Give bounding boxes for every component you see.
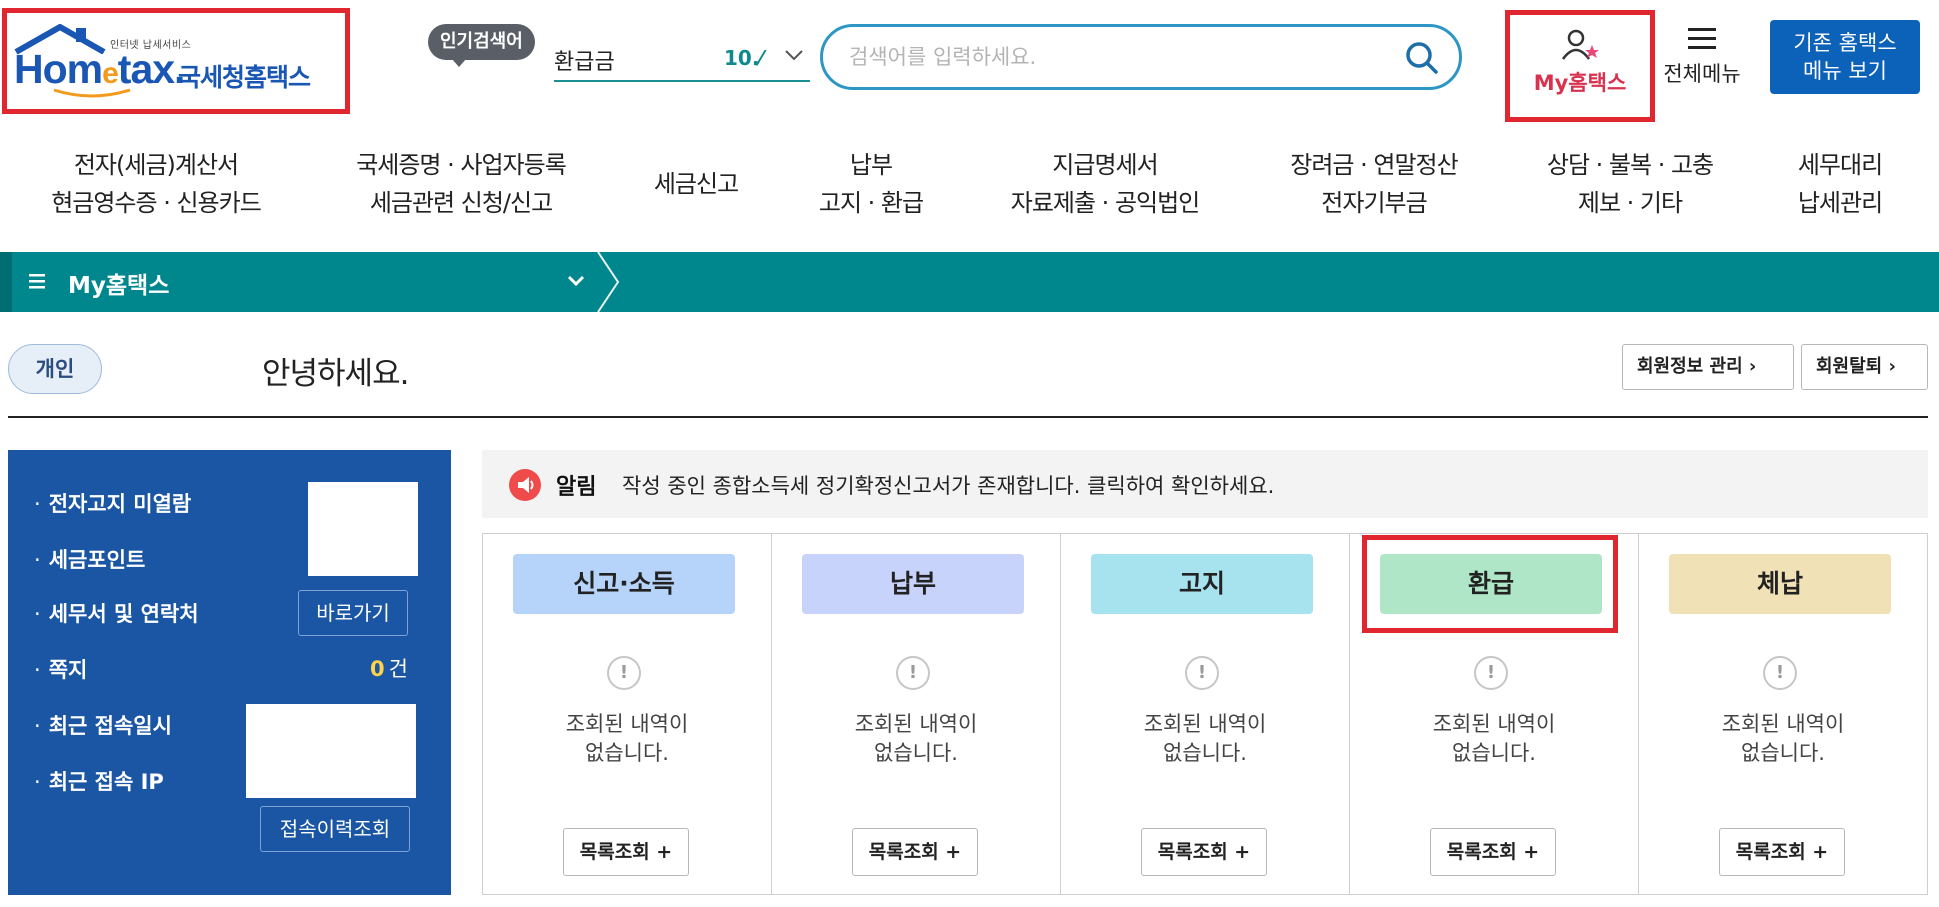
empty-message: 조회된 내역이 없습니다. bbox=[1721, 712, 1845, 765]
logo-highlight-box bbox=[2, 8, 350, 114]
status-col-payment: 납부 ! 조회된 내역이 없습니다. 목록조회 + bbox=[772, 534, 1061, 894]
notes-label: 쪽지 bbox=[34, 654, 88, 684]
notice-text: 작성 중인 종합소득세 정기확정신고서가 존재합니다. 클릭하여 확인하세요. bbox=[622, 474, 1275, 498]
bar-notch bbox=[0, 252, 12, 312]
chevron-down-icon bbox=[785, 50, 803, 61]
hamburger-icon bbox=[1688, 28, 1716, 49]
search-box bbox=[820, 24, 1462, 90]
list-view-button[interactable]: 목록조회 + bbox=[563, 828, 689, 876]
popular-search-select[interactable]: 환급금 10.⁄ bbox=[554, 36, 810, 82]
gnb-line1: 납부 bbox=[849, 151, 893, 179]
empty-message: 조회된 내역이 없습니다. bbox=[565, 712, 689, 765]
status-col-header[interactable]: 체납 bbox=[1669, 554, 1891, 614]
status-col-report: 신고·소득 ! 조회된 내역이 없습니다. 목록조회 + bbox=[483, 534, 772, 894]
empty-message: 조회된 내역이 없습니다. bbox=[1432, 712, 1556, 765]
section-divider bbox=[8, 416, 1928, 418]
redacted-access-block bbox=[246, 704, 416, 798]
gnb-line2: 고지 · 환급 bbox=[818, 189, 924, 217]
empty-message: 조회된 내역이 없습니다. bbox=[1143, 712, 1267, 765]
notes-count: 0 bbox=[370, 657, 385, 681]
my-hometax-button[interactable]: My홈택스 bbox=[1505, 10, 1655, 122]
gnb-line2: 자료제출 · 공익법인 bbox=[1010, 189, 1201, 217]
withdraw-button[interactable]: 회원탈퇴 › bbox=[1801, 344, 1928, 390]
greeting-text: 안녕하세요. bbox=[262, 356, 409, 392]
unread-notice-label: 전자고지 미열람 bbox=[34, 488, 192, 518]
gnb-line2: 납세관리 bbox=[1797, 189, 1883, 217]
status-col-header[interactable]: 신고·소득 bbox=[513, 554, 735, 614]
all-menu-button[interactable]: 전체메뉴 bbox=[1656, 24, 1748, 94]
status-col-header[interactable]: 고지 bbox=[1091, 554, 1313, 614]
legacy-menu-line1: 기존 홈택스 bbox=[1793, 31, 1897, 55]
my-hometax-label: My홈택스 bbox=[1533, 71, 1627, 95]
megaphone-icon bbox=[509, 469, 541, 501]
popular-search-badge: 인기검색어 bbox=[428, 24, 535, 67]
popular-search-rank: 10.⁄ bbox=[724, 46, 763, 70]
gnb-line2: 전자기부금 bbox=[1321, 189, 1427, 217]
gnb-line1: 세무대리 bbox=[1797, 151, 1883, 179]
gnb-line1: 장려금 · 연말정산 bbox=[1290, 151, 1458, 179]
search-icon[interactable] bbox=[1403, 39, 1441, 77]
all-menu-label: 전체메뉴 bbox=[1663, 62, 1741, 86]
gnb-line1: 지급명세서 bbox=[1052, 151, 1158, 179]
access-history-button[interactable]: 접속이력조회 bbox=[260, 806, 410, 852]
breadcrumb-arrow-icon bbox=[597, 252, 620, 312]
list-view-button[interactable]: 목록조회 + bbox=[1141, 828, 1267, 876]
refund-highlight-box bbox=[1362, 535, 1618, 633]
gnb-payment[interactable]: 납부 고지 · 환급 bbox=[800, 146, 942, 222]
notes-count-wrap: 0건 bbox=[370, 653, 408, 683]
gnb-tax-agent[interactable]: 세무대리 납세관리 bbox=[1770, 146, 1910, 222]
search-input[interactable] bbox=[849, 41, 1389, 73]
status-col-notice: 고지 ! 조회된 내역이 없습니다. 목록조회 + bbox=[1061, 534, 1350, 894]
list-view-button[interactable]: 목록조회 + bbox=[852, 828, 978, 876]
status-col-arrears: 체납 ! 조회된 내역이 없습니다. 목록조회 + bbox=[1639, 534, 1927, 894]
notice-tag: 알림 bbox=[556, 475, 597, 500]
gnb-line1: 국세증명 · 사업자등록 bbox=[356, 151, 567, 179]
list-view-button[interactable]: 목록조회 + bbox=[1430, 828, 1556, 876]
alert-icon: ! bbox=[896, 656, 930, 690]
legacy-menu-button[interactable]: 기존 홈택스 메뉴 보기 bbox=[1770, 20, 1920, 94]
list-view-button[interactable]: 목록조회 + bbox=[1719, 828, 1845, 876]
bar-title: My홈택스 bbox=[68, 273, 170, 299]
gnb-consult[interactable]: 상담 · 불복 · 고충 제보 · 기타 bbox=[1520, 146, 1740, 222]
gnb-line2: 현금영수증 · 신용카드 bbox=[51, 189, 262, 217]
gnb-incentive[interactable]: 장려금 · 연말정산 전자기부금 bbox=[1264, 146, 1484, 222]
tax-points-label: 세금포인트 bbox=[34, 544, 146, 574]
empty-message: 조회된 내역이 없습니다. bbox=[854, 712, 978, 765]
my-hometax-bar: My홈택스 bbox=[0, 252, 1939, 312]
gnb-line1: 전자(세금)계산서 bbox=[73, 151, 239, 179]
gnb-statements[interactable]: 지급명세서 자료제출 · 공익법인 bbox=[990, 146, 1220, 222]
status-grid: 신고·소득 ! 조회된 내역이 없습니다. 목록조회 + 납부 ! 조회된 내역이… bbox=[482, 533, 1928, 895]
notes-unit: 건 bbox=[388, 657, 408, 681]
gnb-line2: 제보 · 기타 bbox=[1577, 189, 1683, 217]
alert-icon: ! bbox=[1474, 656, 1508, 690]
hamburger-icon[interactable] bbox=[28, 272, 46, 290]
gnb-line1: 상담 · 불복 · 고충 bbox=[1546, 151, 1714, 179]
gnb-line1: 세금신고 bbox=[653, 170, 739, 198]
notice-banner[interactable]: 알림 작성 중인 종합소득세 정기확정신고서가 존재합니다. 클릭하여 확인하세… bbox=[482, 450, 1928, 518]
alert-icon: ! bbox=[1185, 656, 1219, 690]
redacted-values-block bbox=[308, 482, 418, 576]
gnb-tax-return[interactable]: 세금신고 bbox=[636, 165, 756, 203]
gnb-line2: 세금관련 신청/신고 bbox=[369, 189, 553, 217]
alert-icon: ! bbox=[1763, 656, 1797, 690]
chevron-down-icon[interactable] bbox=[566, 274, 586, 288]
gnb-e-invoice[interactable]: 전자(세금)계산서 현금영수증 · 신용카드 bbox=[46, 146, 266, 222]
shortcut-button[interactable]: 바로가기 bbox=[298, 590, 408, 636]
member-info-button[interactable]: 회원정보 관리 › bbox=[1622, 344, 1794, 390]
popular-search-term: 환급금 bbox=[554, 50, 615, 75]
tax-office-label: 세무서 및 연락처 bbox=[34, 598, 199, 628]
status-col-header[interactable]: 납부 bbox=[802, 554, 1024, 614]
legacy-menu-line2: 메뉴 보기 bbox=[1803, 59, 1887, 83]
user-star-icon bbox=[1561, 29, 1599, 60]
alert-icon: ! bbox=[607, 656, 641, 690]
user-type-badge: 개인 bbox=[8, 344, 102, 394]
last-ip-label: 최근 접속 IP bbox=[34, 766, 164, 796]
last-access-label: 최근 접속일시 bbox=[34, 710, 172, 740]
gnb-certificate[interactable]: 국세증명 · 사업자등록 세금관련 신청/신고 bbox=[336, 146, 586, 222]
